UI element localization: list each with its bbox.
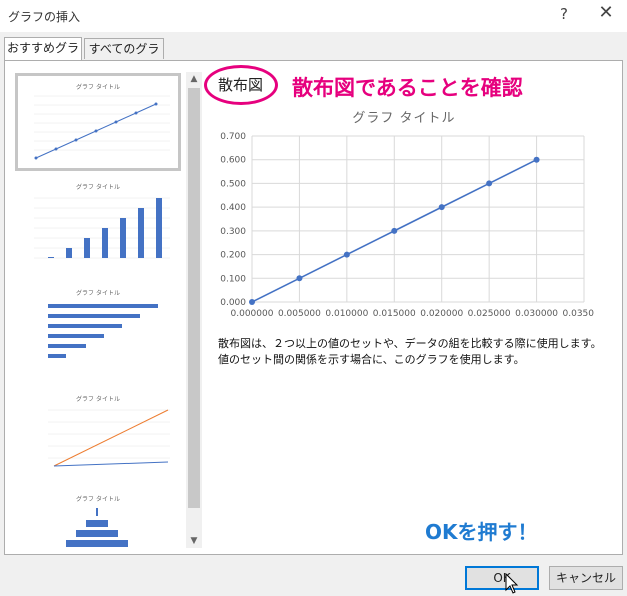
thumbnail-title: グラフ タイトル bbox=[76, 395, 120, 403]
thumbnail-column[interactable]: グラフ タイトル bbox=[18, 176, 178, 268]
close-icon[interactable]: ✕ bbox=[596, 2, 616, 23]
x-tick-label: 0.010000 bbox=[325, 309, 368, 319]
x-tick-label: 0.025000 bbox=[468, 309, 511, 319]
tab-recommended[interactable]: おすすめグラフ bbox=[4, 37, 82, 75]
scroll-down-icon[interactable]: ▼ bbox=[186, 534, 202, 548]
thumbnail-line[interactable]: グラフ タイトル bbox=[18, 388, 178, 488]
title-bar: グラフの挿入 ? ✕ bbox=[0, 0, 627, 32]
y-tick-label: 0.300 bbox=[220, 227, 246, 237]
thumbnail-title: グラフ タイトル bbox=[76, 289, 120, 297]
chart-type-label: 散布図 bbox=[218, 76, 264, 94]
thumbnail-funnel[interactable]: グラフ タイトル bbox=[18, 492, 178, 548]
y-tick-label: 0.000 bbox=[220, 298, 246, 308]
chart-description: 散布図は、２つ以上の値のセットや、データの組を比較する際に使用します。値のセット… bbox=[218, 337, 602, 366]
data-point bbox=[343, 251, 350, 258]
thumbnail-bar[interactable]: グラフ タイトル bbox=[18, 282, 178, 374]
ok-button[interactable]: OK bbox=[465, 566, 539, 590]
data-point bbox=[486, 180, 493, 187]
y-tick-label: 0.400 bbox=[220, 203, 246, 213]
thumbnail-title: グラフ タイトル bbox=[76, 495, 120, 503]
data-point bbox=[533, 156, 540, 163]
y-tick-label: 0.200 bbox=[220, 251, 246, 261]
y-tick-label: 0.700 bbox=[220, 132, 246, 142]
x-tick-label: 0.000000 bbox=[231, 309, 274, 319]
annotation-ok-text: OKを押す！ bbox=[425, 520, 538, 544]
data-point bbox=[296, 275, 303, 282]
data-point bbox=[391, 227, 398, 234]
thumbnail-scatter[interactable]: グラフ タイトル bbox=[15, 73, 181, 171]
data-point bbox=[438, 204, 445, 211]
data-point bbox=[249, 299, 255, 305]
mouse-cursor-icon bbox=[505, 573, 519, 594]
chart-thumbnail-list: グラフ タイトル グラフ タイトル グラフ タイトル グラフ タイトル グラフ … bbox=[14, 72, 184, 548]
y-tick-label: 0.100 bbox=[220, 274, 246, 284]
thumbnail-title: グラフ タイトル bbox=[76, 183, 120, 191]
x-tick-label: 0.020000 bbox=[420, 309, 463, 319]
annotation-confirm-text: 散布図であることを確認 bbox=[292, 76, 523, 100]
scroll-up-icon[interactable]: ▲ bbox=[186, 72, 202, 86]
x-tick-label: 0.015000 bbox=[373, 309, 416, 319]
thumbnail-scrollbar[interactable]: ▲ ▼ bbox=[186, 72, 202, 548]
thumbnail-title: グラフ タイトル bbox=[76, 83, 120, 91]
help-icon[interactable]: ? bbox=[556, 5, 572, 23]
x-tick-label: 0.005000 bbox=[278, 309, 321, 319]
chart-title: グラフ タイトル bbox=[352, 111, 455, 126]
scroll-thumb[interactable] bbox=[188, 88, 200, 508]
x-tick-label: 0.035000 bbox=[563, 309, 594, 319]
chart-preview: グラフ タイトル 0.000 0.100 0.200 0.300 0.400 0.500 0… bbox=[220, 111, 594, 319]
y-tick-label: 0.500 bbox=[220, 179, 246, 189]
window-title: グラフの挿入 bbox=[8, 10, 81, 24]
x-tick-label: 0.030000 bbox=[515, 309, 558, 319]
cancel-button[interactable]: キャンセル bbox=[549, 566, 623, 590]
y-tick-label: 0.600 bbox=[220, 156, 246, 166]
tab-all-charts[interactable]: すべてのグラフ bbox=[84, 38, 164, 76]
